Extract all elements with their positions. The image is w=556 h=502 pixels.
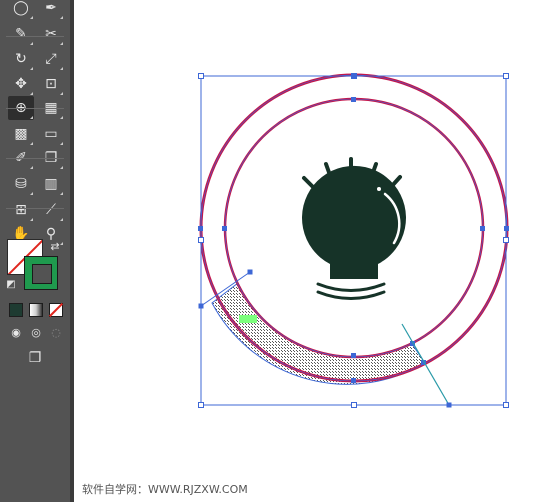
watermark-text: 软件自学网：WWW.RJZXW.COM <box>82 483 248 496</box>
artboard-canvas[interactable] <box>0 0 556 502</box>
lightbulb-icon[interactable] <box>302 157 407 300</box>
highlight-patch <box>239 315 257 323</box>
